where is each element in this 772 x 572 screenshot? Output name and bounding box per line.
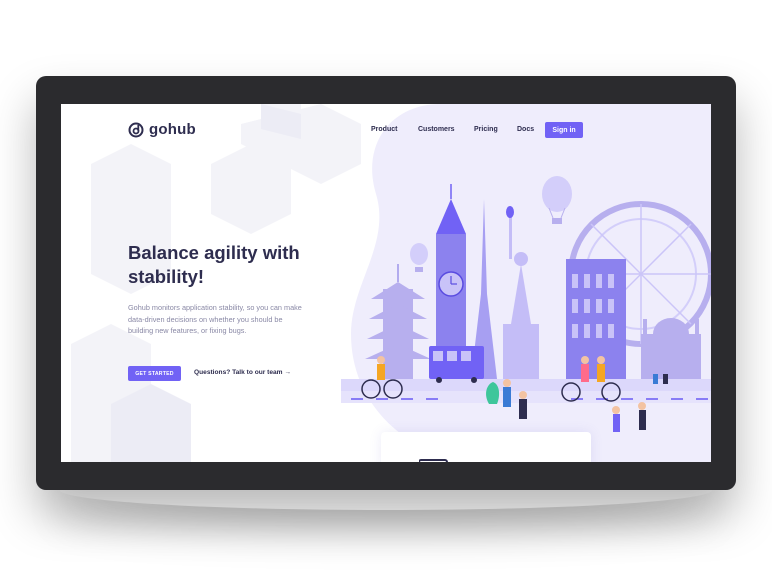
nav-item-docs[interactable]: Docs [517,126,534,133]
nav-item-pricing[interactable]: Pricing [474,126,498,133]
top-nav: Product Customers Pricing Docs [61,123,711,139]
hero-title: Balance agility with stability! [128,241,348,289]
world-landmarks-illustration [341,176,711,432]
talk-to-team-link[interactable]: Questions? Talk to our team → [194,369,291,376]
hero-title-line2: stability! [128,266,205,287]
device-icon [419,459,448,462]
signin-button[interactable]: Sign in [545,122,583,138]
bottom-preview-card [381,432,591,462]
nav-item-customers[interactable]: Customers [418,126,455,133]
get-started-button[interactable]: GET STARTED [128,366,181,381]
hero-description: Gohub monitors application stability, so… [128,303,302,335]
website-screen: gohub Product Customers Pricing Docs Sig… [61,104,711,462]
nav-item-product[interactable]: Product [371,126,397,133]
hero-title-line1: Balance agility with [128,242,300,263]
